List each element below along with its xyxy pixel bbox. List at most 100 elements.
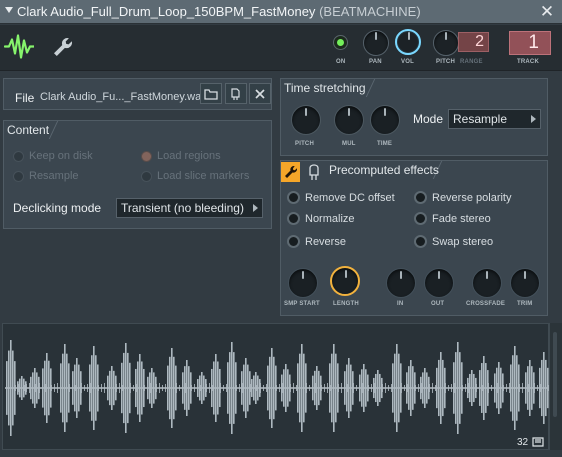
channel-on-led[interactable] xyxy=(334,36,347,49)
waveform-noise xyxy=(39,383,40,393)
waveform-sample xyxy=(139,354,141,422)
stretch-mul-label: MUL xyxy=(342,141,356,147)
waveform-sample xyxy=(527,366,529,410)
waveform-sample xyxy=(121,362,123,414)
waveform-sample xyxy=(283,369,285,407)
waveform-sample xyxy=(127,352,129,424)
waveform-scrollbar[interactable] xyxy=(553,332,557,417)
fade-stereo-option[interactable]: Fade stereo xyxy=(414,212,491,225)
waveform-icon[interactable] xyxy=(4,34,34,59)
load-slice-markers-radio[interactable] xyxy=(141,170,152,182)
normalize-radio[interactable] xyxy=(287,212,300,225)
waveform-sample xyxy=(410,360,412,416)
waveform-noise xyxy=(69,384,70,392)
clear-file-button[interactable] xyxy=(249,83,271,104)
swap-stereo-radio[interactable] xyxy=(414,235,427,248)
stretch-pitch-knob[interactable] xyxy=(291,105,321,135)
stretch-mode-label: Mode xyxy=(413,112,444,126)
length-knob[interactable] xyxy=(330,266,360,296)
browse-folder-button[interactable] xyxy=(200,83,222,104)
waveform-sample xyxy=(10,340,12,436)
waveform-sample xyxy=(318,370,320,406)
content-title: Content xyxy=(7,123,50,137)
menu-arrow-icon[interactable] xyxy=(5,7,13,13)
waveform-noise xyxy=(236,385,237,391)
waveform-noise xyxy=(415,385,416,391)
zoom-level: 32 xyxy=(517,437,529,448)
waveform-noise xyxy=(266,384,267,392)
waveform-display[interactable] xyxy=(2,323,549,450)
swap-stereo-label: Swap stereo xyxy=(432,235,494,248)
fade-stereo-radio[interactable] xyxy=(414,212,427,225)
waveform-sample xyxy=(113,370,115,406)
normalize-option[interactable]: Normalize xyxy=(287,212,355,225)
swap-stereo-option[interactable]: Swap stereo xyxy=(414,235,493,248)
waveform-noise xyxy=(29,383,30,393)
waveform-sample xyxy=(12,350,14,426)
trim-label: TRIM xyxy=(517,301,533,307)
remove-dc-offset-option[interactable]: Remove DC offset xyxy=(287,191,395,204)
trim-knob[interactable] xyxy=(510,268,540,298)
load-regions-option[interactable]: Load regions xyxy=(141,150,221,162)
zoom-icon[interactable] xyxy=(531,436,545,448)
remove-dc-offset-radio[interactable] xyxy=(287,191,300,204)
pitch-range-value[interactable]: 2 xyxy=(458,32,489,52)
reverse-polarity-radio[interactable] xyxy=(414,191,427,204)
waveform-noise xyxy=(429,384,430,392)
keep-on-disk-radio[interactable] xyxy=(13,150,24,162)
reverse-polarity-option[interactable]: Reverse polarity xyxy=(414,191,511,204)
declicking-mode-value: Transient (no bleeding) xyxy=(121,201,244,215)
wrench-icon[interactable] xyxy=(52,36,74,58)
pitch-knob[interactable] xyxy=(433,30,459,56)
file-action-button[interactable] xyxy=(225,83,247,104)
waveform-sample xyxy=(273,356,275,420)
stretch-time-label: TIME xyxy=(377,141,393,147)
waveform-noise xyxy=(54,384,55,392)
mixer-track-value[interactable]: 1 xyxy=(509,31,551,55)
waveform-noise xyxy=(116,384,117,392)
waveform-noise xyxy=(462,385,463,391)
waveform-sample xyxy=(510,364,512,412)
waveform-noise xyxy=(522,383,523,393)
waveform-sample xyxy=(123,352,125,424)
waveform-sample xyxy=(227,362,229,414)
waveform-noise xyxy=(537,385,538,391)
reverse-option[interactable]: Reverse xyxy=(287,235,346,248)
in-knob[interactable] xyxy=(386,268,416,298)
reverse-radio[interactable] xyxy=(287,235,300,248)
stretch-time-knob[interactable] xyxy=(370,105,400,135)
waveform-sample xyxy=(394,353,396,423)
keep-on-disk-option[interactable]: Keep on disk xyxy=(13,150,93,162)
out-knob[interactable] xyxy=(424,268,454,298)
waveform-sample xyxy=(197,379,199,397)
stretch-mode-dropdown[interactable]: Resample xyxy=(448,109,541,129)
waveform-sample xyxy=(512,355,514,421)
declicking-mode-dropdown[interactable]: Transient (no bleeding) xyxy=(116,198,263,218)
waveform-noise xyxy=(368,385,369,391)
load-slice-markers-option[interactable]: Load slice markers xyxy=(141,170,249,182)
resample-option[interactable]: Resample xyxy=(13,170,79,182)
remove-dc-offset-label: Remove DC offset xyxy=(305,191,395,204)
waveform-sample xyxy=(184,366,186,410)
stretch-mode-value: Resample xyxy=(453,112,508,126)
waveform-sample xyxy=(363,364,365,412)
waveform-sample xyxy=(344,371,346,405)
effects-wrench-button[interactable] xyxy=(281,162,300,182)
volume-knob[interactable] xyxy=(395,29,421,55)
waveform-sample xyxy=(531,366,533,410)
in-label: IN xyxy=(397,301,404,307)
waveform-sample xyxy=(494,373,496,403)
sample-start-knob[interactable] xyxy=(288,268,318,298)
load-regions-radio[interactable] xyxy=(141,150,152,162)
waveform-noise xyxy=(279,384,280,392)
crossfade-knob[interactable] xyxy=(472,268,502,298)
reverse-polarity-label: Reverse polarity xyxy=(432,191,512,204)
pan-knob[interactable] xyxy=(363,30,389,56)
stretch-mul-knob[interactable] xyxy=(334,105,364,135)
waveform-sample xyxy=(74,364,76,412)
waveform-sample xyxy=(167,365,169,411)
audio-waveform[interactable] xyxy=(3,324,550,451)
waveform-noise xyxy=(451,384,452,392)
resample-radio[interactable] xyxy=(13,170,24,182)
close-window-button[interactable]: ✕ xyxy=(538,3,556,21)
